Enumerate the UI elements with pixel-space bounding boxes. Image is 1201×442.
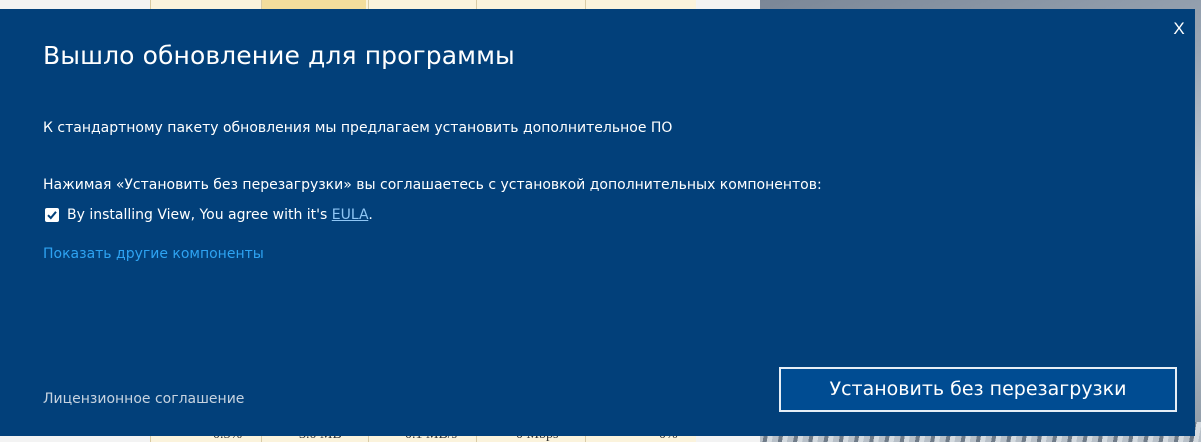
- checkmark-icon: [47, 211, 57, 220]
- update-dialog: X Вышло обновление для программы К станд…: [0, 9, 1195, 436]
- install-button[interactable]: Установить без перезагрузки: [779, 367, 1177, 412]
- eula-link[interactable]: EULA: [332, 207, 369, 223]
- license-agreement-link[interactable]: Лицензионное соглашение: [43, 391, 244, 407]
- screen: 0.5% 3.0 MB 0.1 MB/s 0 Mbps 0% X Вышло о…: [0, 0, 1201, 442]
- eula-text: By installing View, You agree with it's: [67, 207, 332, 223]
- show-components-link[interactable]: Показать другие компоненты: [43, 246, 264, 262]
- eula-checkbox[interactable]: [45, 208, 59, 222]
- dialog-title: Вышло обновление для программы: [43, 41, 515, 70]
- close-button[interactable]: X: [1167, 17, 1191, 41]
- offer-text: К стандартному пакету обновления мы пред…: [43, 120, 673, 136]
- eula-label: By installing View, You agree with it's …: [67, 207, 373, 223]
- agreement-text: Нажимая «Установить без перезагрузки» вы…: [43, 177, 822, 193]
- eula-checkbox-row: By installing View, You agree with it's …: [45, 207, 373, 223]
- eula-period: .: [368, 207, 373, 223]
